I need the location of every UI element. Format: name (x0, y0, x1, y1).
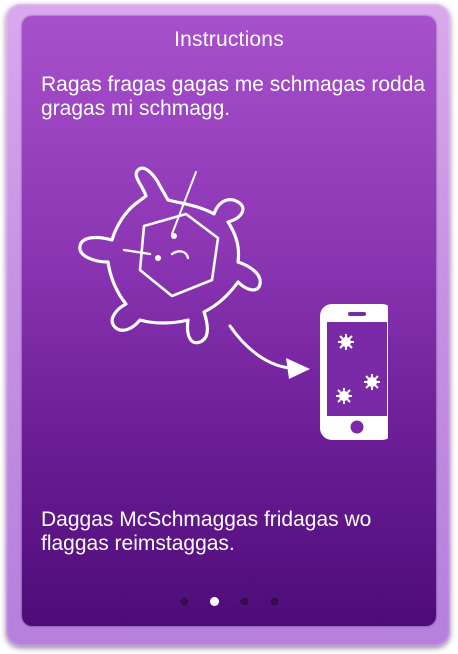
instructions-card: Instructions Ragas fragas gagas me schma… (22, 16, 436, 626)
dialog-title: Instructions (174, 28, 284, 51)
virus-icon (78, 166, 262, 345)
instruction-illustration (78, 166, 388, 440)
page-dot-4[interactable] (269, 597, 279, 606)
smartphone-icon (320, 304, 388, 440)
instruction-text-top: Ragas fragas gagas me schmagas rodda gra… (41, 73, 426, 120)
instruction-text-bottom: Daggas McSchmaggas fridagas wo flaggas r… (41, 508, 372, 555)
page-dot-2-active[interactable] (209, 597, 219, 606)
page-indicator (22, 597, 436, 607)
curved-arrow-icon (228, 324, 310, 379)
page-dot-1[interactable] (179, 597, 189, 606)
page-dot-3[interactable] (239, 597, 249, 606)
